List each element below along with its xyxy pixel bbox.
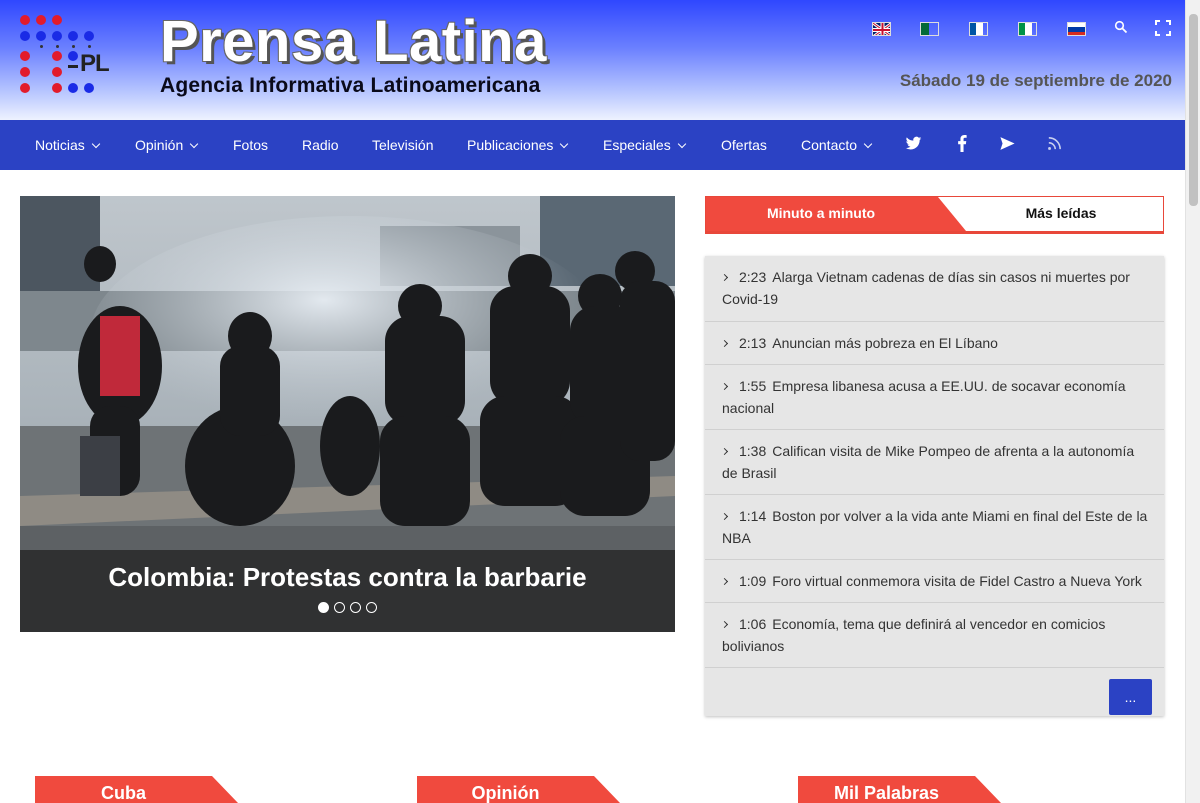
list-item[interactable]: 1:38 Califican visita de Mike Pompeo de a… — [705, 430, 1164, 495]
site-tagline: Agencia Informativa Latinoamericana — [160, 74, 541, 97]
chevron-right-icon — [720, 512, 729, 521]
nav-item-fotos[interactable]: Fotos — [233, 120, 268, 170]
chevron-down-icon — [91, 139, 101, 149]
slide-dot-1[interactable] — [318, 602, 329, 613]
facebook-icon[interactable] — [956, 135, 976, 155]
news-list: 2:23 Alarga Vietnam cadenas de días sin c… — [705, 256, 1164, 716]
slide-dot-4[interactable] — [366, 602, 377, 613]
chevron-right-icon — [720, 339, 729, 348]
chevron-down-icon — [560, 139, 569, 149]
tab-minuto-a-minuto[interactable]: Minuto a minuto — [706, 197, 966, 231]
french-flag-icon[interactable] — [969, 22, 988, 36]
tab-mas-leidas[interactable]: Más leídas — [966, 205, 1156, 221]
list-item[interactable]: 1:06 Economía, tema que definirá al vence… — [705, 603, 1164, 668]
slide-caption: Colombia: Protestas contra la barbarie — [20, 550, 675, 632]
featured-slider[interactable]: Colombia: Protestas contra la barbarie — [20, 196, 675, 632]
russian-flag-icon[interactable] — [1067, 22, 1086, 36]
page: PL Prensa Latina Agencia Informativa Lat… — [0, 0, 1185, 803]
chevron-down-icon — [677, 139, 686, 149]
section-header-mil-palabras[interactable]: Mil Palabras — [798, 776, 1001, 803]
search-icon[interactable] — [1112, 20, 1130, 38]
section-header-opinion[interactable]: Opinión — [417, 776, 620, 803]
slide-dot-2[interactable] — [334, 602, 345, 613]
list-item[interactable]: 1:09 Foro virtual conmemora visita de Fid… — [705, 560, 1164, 603]
chevron-right-icon — [720, 620, 729, 629]
list-item[interactable]: 1:14 Boston por volver a la vida ante Mia… — [705, 495, 1164, 560]
twitter-icon[interactable] — [905, 135, 925, 155]
slide-dot-3[interactable] — [350, 602, 361, 613]
section-header-cuba[interactable]: Cuba — [35, 776, 238, 803]
nav-item-ofertas[interactable]: Ofertas — [721, 120, 767, 170]
news-tabs: Minuto a minuto Más leídas — [705, 196, 1164, 234]
current-date: Sábado 19 de septiembre de 2020 — [899, 71, 1172, 90]
chevron-right-icon — [720, 577, 729, 586]
slide-title[interactable]: Colombia: Protestas contra la barbarie — [20, 562, 675, 593]
logo-text: PL — [68, 50, 110, 77]
list-item[interactable]: 2:23 Alarga Vietnam cadenas de días sin c… — [705, 256, 1164, 322]
scrollbar-thumb[interactable] — [1189, 14, 1198, 206]
site-title[interactable]: Prensa Latina — [160, 10, 547, 74]
italian-flag-icon[interactable] — [1018, 22, 1037, 36]
prensa-latina-logo[interactable]: PL — [18, 12, 118, 97]
page-scrollbar[interactable] — [1185, 0, 1200, 803]
list-item[interactable]: 2:13 Anuncian más pobreza en El Líbano — [705, 322, 1164, 365]
chevron-down-icon — [190, 139, 199, 149]
list-item[interactable]: 1:55 Empresa libanesa acusa a EE.UU. de s… — [705, 365, 1164, 430]
chevron-right-icon — [720, 273, 729, 282]
nav-item-television[interactable]: Televisión — [372, 120, 433, 170]
nav-item-radio[interactable]: Radio — [302, 120, 339, 170]
nav-item-opinion[interactable]: Opinión — [135, 120, 199, 170]
chevron-down-icon — [863, 139, 873, 149]
more-news-button[interactable]: ... — [1109, 679, 1152, 715]
portuguese-flag-icon[interactable] — [920, 22, 939, 36]
nav-item-contacto[interactable]: Contacto — [801, 120, 873, 170]
chevron-right-icon — [720, 382, 729, 391]
chevron-right-icon — [720, 447, 729, 456]
site-header: PL Prensa Latina Agencia Informativa Lat… — [0, 0, 1185, 120]
nav-item-publicaciones[interactable]: Publicaciones — [467, 120, 569, 170]
telegram-icon[interactable] — [999, 135, 1019, 155]
nav-item-noticias[interactable]: Noticias — [35, 120, 101, 170]
fullscreen-icon[interactable] — [1154, 20, 1172, 38]
rss-icon[interactable] — [1046, 135, 1066, 155]
nav-item-especiales[interactable]: Especiales — [603, 120, 686, 170]
english-flag-icon[interactable] — [872, 22, 891, 36]
main-navigation: Noticias Opinión Fotos Radio Televisión … — [0, 120, 1185, 170]
